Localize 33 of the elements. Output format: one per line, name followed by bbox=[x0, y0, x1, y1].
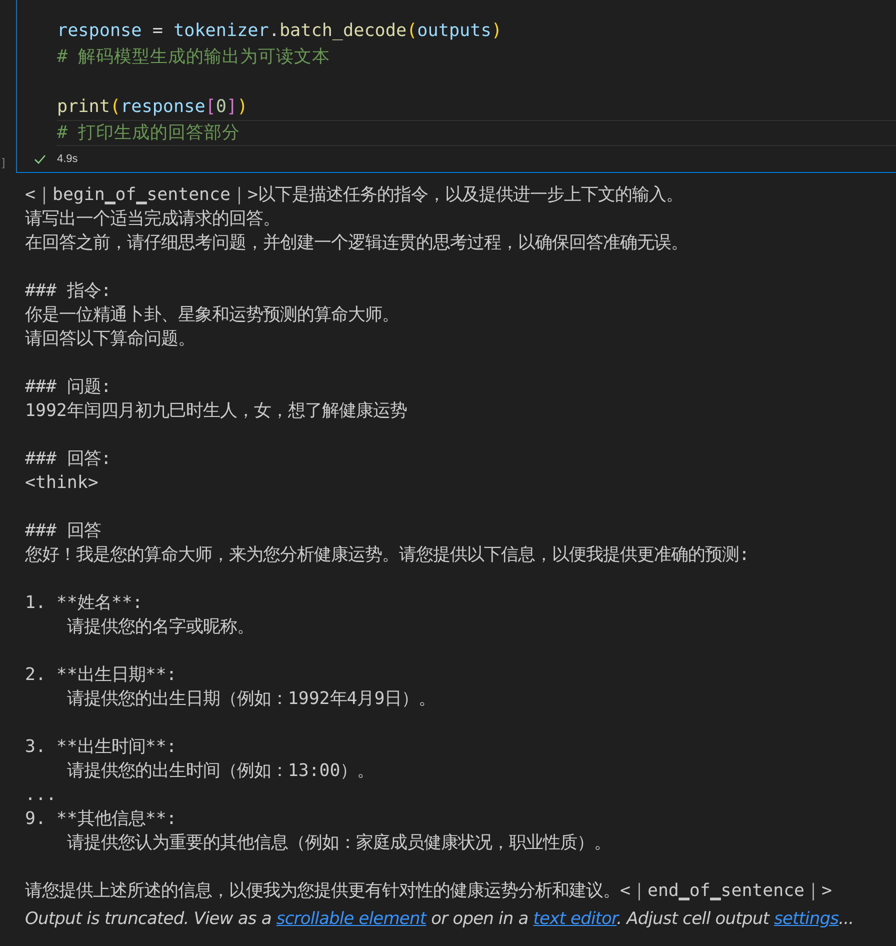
output-line: 2. **出生日期**: bbox=[25, 664, 177, 687]
output-line: ### 回答: bbox=[25, 448, 112, 471]
output-line: ### 回答 bbox=[25, 520, 101, 543]
output-line: 你是一位精通卜卦、星象和运势预测的算命大师。 bbox=[25, 304, 399, 327]
output-line: 请提供您认为重要的其他信息（例如：家庭成员健康状况，职业性质）。 bbox=[66, 832, 611, 855]
code-line: response = tokenizer.batch_decode(outputs) bbox=[57, 21, 502, 41]
output-line: 请提供您的出生时间（例如：13:00）。 bbox=[66, 760, 374, 783]
output-line: 在回答之前，请仔细思考问题，并创建一个逻辑连贯的思考过程，以确保回答准确无误。 bbox=[25, 232, 688, 255]
output-line: 请提供您的出生日期（例如：1992年4月9日）。 bbox=[66, 688, 436, 711]
output-line: ### 问题: bbox=[25, 376, 112, 399]
output-line: 请提供您的名字或昵称。 bbox=[66, 616, 254, 639]
output-link[interactable]: settings bbox=[774, 909, 839, 929]
output-line: 请写出一个适当完成请求的回答。 bbox=[25, 208, 280, 231]
code-line: print(response[0]) bbox=[57, 97, 248, 117]
execution-count: ] bbox=[2, 156, 6, 171]
execution-time: 4.9s bbox=[57, 152, 78, 167]
output-line: ... bbox=[25, 784, 56, 807]
output-line: <｜begin▁of▁sentence｜>以下是描述任务的指令，以及提供进一步上下文的输入。 bbox=[25, 184, 683, 207]
output-line: 9. **其他信息**: bbox=[25, 808, 177, 831]
output-link[interactable]: scrollable element bbox=[276, 909, 426, 929]
code-line: # 打印生成的回答部分 bbox=[57, 123, 240, 143]
output-line: 1992年闰四月初九巳时生人，女，想了解健康运势 bbox=[25, 400, 407, 423]
output-line: 1. **姓名**: bbox=[25, 592, 143, 615]
output-line: 请您提供上述所述的信息，以便我为您提供更有针对性的健康运势分析和建议。<｜end▁of▁sentence｜> bbox=[25, 880, 832, 903]
output-line: 3. **出生时间**: bbox=[25, 736, 177, 759]
output-line: 请回答以下算命问题。 bbox=[25, 328, 195, 351]
code-cell[interactable]: response = tokenizer.batch_decode(outputs) # 解码模型生成的输出为可读文本 print(response[0]) # 打印生成的回答部分 4.9s bbox=[16, 0, 896, 173]
output-line: ### 指令: bbox=[25, 280, 112, 303]
output-link[interactable]: text editor bbox=[533, 909, 617, 929]
output-line: 您好！我是您的算命大师，来为您分析健康运势。请您提供以下信息，以便我提供更准确的预测: bbox=[25, 544, 750, 567]
output-line: <think> bbox=[25, 472, 98, 495]
truncation-notice: Output is truncated. View as a scrollable element or open in a text editor. Adjust cell output settings... bbox=[25, 909, 854, 929]
code-line: # 解码模型生成的输出为可读文本 bbox=[57, 47, 330, 67]
